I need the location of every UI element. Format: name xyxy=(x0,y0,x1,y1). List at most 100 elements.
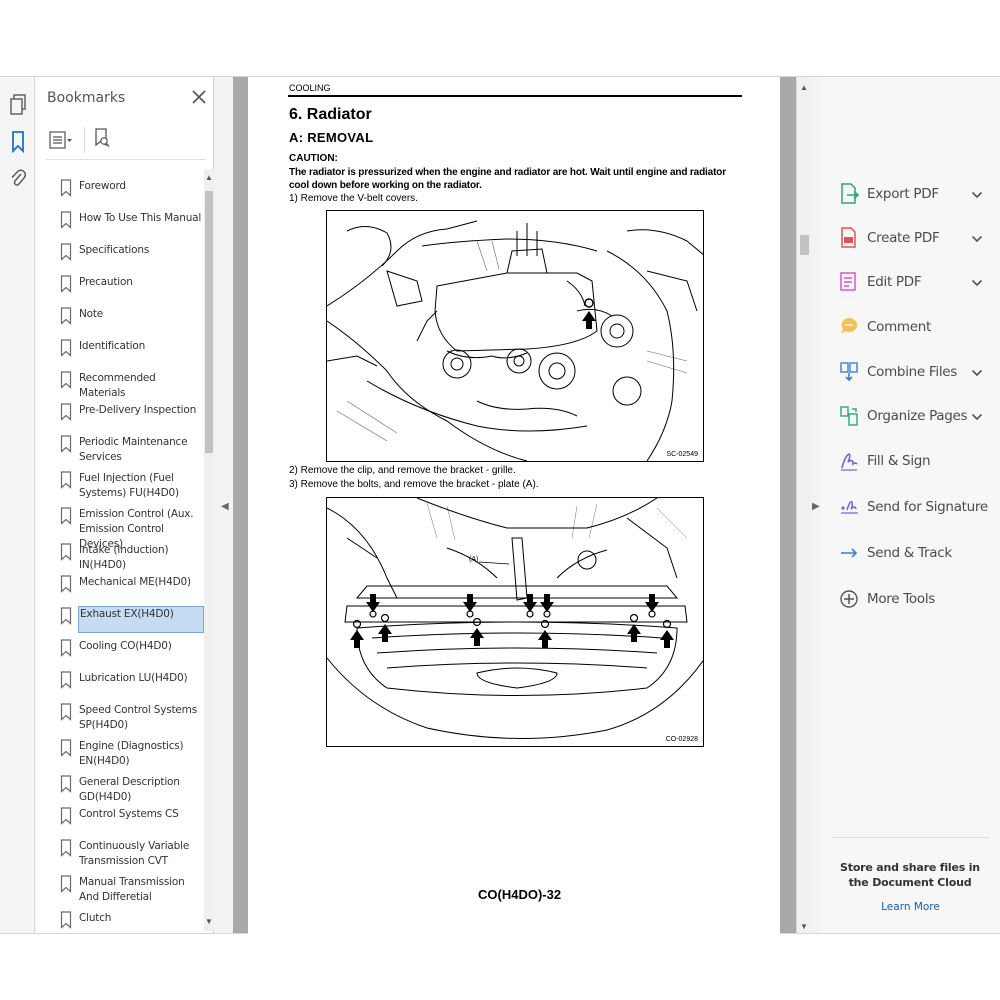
tool-combine-files[interactable]: Combine Files xyxy=(821,353,1000,389)
bookmark-icon xyxy=(60,507,72,525)
bookmark-item[interactable]: Engine (Diagnostics) EN(H4D0) xyxy=(36,733,204,767)
bookmark-label: Lubrication LU(H4D0) xyxy=(79,672,188,684)
document-scrollbar[interactable]: ▲ ▼ xyxy=(796,77,811,933)
section-header: COOLING xyxy=(289,83,331,93)
bookmarks-scroll-thumb[interactable] xyxy=(205,191,213,453)
bookmark-icon xyxy=(60,471,72,489)
bookmark-item[interactable]: Precaution xyxy=(36,269,204,301)
bookmark-label: Periodic Maintenance Services xyxy=(79,436,188,463)
bookmark-label: Clutch xyxy=(79,912,112,924)
caution-text: The radiator is pressurized when the eng… xyxy=(289,167,726,191)
step-3: 3) Remove the bolts, and remove the brac… xyxy=(289,479,539,490)
document-scroll-thumb[interactable] xyxy=(800,235,809,255)
bookmark-label: Exhaust EX(H4D0) xyxy=(78,606,204,633)
bookmark-item[interactable]: Clutch xyxy=(36,905,204,931)
chevron-down-icon[interactable] xyxy=(971,275,983,287)
bookmark-item[interactable]: Periodic Maintenance Services xyxy=(36,429,204,463)
scroll-down-icon[interactable]: ▼ xyxy=(204,917,214,927)
tool-organize-pages[interactable]: Organize Pages xyxy=(821,397,1000,433)
bookmark-item[interactable]: Manual Transmission And Differetial xyxy=(36,869,204,903)
bookmark-item[interactable]: Specifications xyxy=(36,237,204,269)
chevron-down-icon[interactable] xyxy=(971,409,983,421)
export-pdf-icon xyxy=(839,183,860,205)
left-panel-splitter[interactable]: ◀ xyxy=(215,77,233,933)
bookmark-icon xyxy=(60,403,72,421)
bookmarks-separator xyxy=(46,159,206,160)
bookmark-item[interactable]: Emission Control (Aux. Emission Control … xyxy=(36,501,204,550)
bookmark-icon xyxy=(60,275,72,293)
bookmark-icon xyxy=(60,435,72,453)
bookmark-item[interactable]: Pre-Delivery Inspection xyxy=(36,397,204,429)
add-bookmark-icon[interactable] xyxy=(84,127,110,153)
bookmark-icon xyxy=(60,671,72,689)
header-rule xyxy=(288,95,742,97)
bookmark-item[interactable]: Intake (Induction) IN(H4D0) xyxy=(36,537,204,571)
bookmark-label: Note xyxy=(79,308,104,320)
right-panel-splitter[interactable]: ▶ xyxy=(811,77,821,933)
bookmark-icon xyxy=(60,339,72,357)
tool-comment[interactable]: Comment xyxy=(821,308,1000,344)
page-thumbnails-icon[interactable] xyxy=(7,93,29,117)
page-subtitle: A: REMOVAL xyxy=(289,130,374,145)
bookmark-item[interactable]: Identification xyxy=(36,333,204,365)
bookmark-item[interactable]: Foreword xyxy=(36,173,204,205)
combine-files-icon xyxy=(839,361,859,383)
tool-label: Fill & Sign xyxy=(867,453,931,469)
tool-label: Organize Pages xyxy=(867,408,968,424)
chevron-down-icon[interactable] xyxy=(971,365,983,377)
bookmark-icon xyxy=(60,775,72,793)
tool-send-signature[interactable]: Send for Signature xyxy=(821,488,1000,524)
tool-export-pdf[interactable]: Export PDF xyxy=(821,175,1000,211)
bookmark-icon xyxy=(60,243,72,261)
tool-edit-pdf[interactable]: Edit PDF xyxy=(821,263,1000,299)
viewer-frame: Bookmarks Foreword How To Use This Manual… xyxy=(0,76,1000,935)
bookmarks-icon[interactable] xyxy=(7,130,29,154)
create-pdf-icon xyxy=(839,227,859,249)
bookmark-options-icon[interactable] xyxy=(48,129,74,151)
doc-scroll-up-icon[interactable]: ▲ xyxy=(799,83,809,93)
bookmark-item[interactable]: Speed Control Systems SP(H4D0) xyxy=(36,697,204,731)
chevron-down-icon[interactable] xyxy=(971,187,983,199)
bookmark-item[interactable]: Mechanical ME(H4D0) xyxy=(36,569,204,601)
tool-send-track[interactable]: Send & Track xyxy=(821,534,1000,570)
collapse-right-icon[interactable]: ▶ xyxy=(812,501,820,512)
bookmark-item[interactable]: Cooling CO(H4D0) xyxy=(36,633,204,665)
bookmark-item[interactable]: How To Use This Manual xyxy=(36,205,204,237)
collapse-left-icon[interactable]: ◀ xyxy=(221,501,229,512)
bookmark-icon xyxy=(60,839,72,857)
fill-sign-icon xyxy=(839,450,859,472)
bookmark-label: Control Systems CS xyxy=(79,808,179,820)
bookmark-item[interactable]: Lubrication LU(H4D0) xyxy=(36,665,204,697)
bookmark-item[interactable]: Fuel Injection (Fuel Systems) FU(H4D0) xyxy=(36,465,204,499)
tool-fill-sign[interactable]: Fill & Sign xyxy=(821,442,1000,478)
bookmark-icon xyxy=(60,639,72,657)
bookmark-item[interactable]: Exhaust EX(H4D0) xyxy=(36,601,204,633)
scroll-up-icon[interactable]: ▲ xyxy=(204,173,214,183)
bookmark-item[interactable]: Continuously Variable Transmission CVT xyxy=(36,833,204,867)
bookmarks-panel-title: Bookmarks xyxy=(47,90,126,106)
bookmark-label: Pre-Delivery Inspection xyxy=(79,404,197,416)
chevron-down-icon[interactable] xyxy=(971,231,983,243)
bookmark-item[interactable]: Control Systems CS xyxy=(36,801,204,833)
tool-label: Export PDF xyxy=(867,186,939,202)
figure-engine-bay: SC-02549 xyxy=(326,210,704,462)
comment-icon xyxy=(839,316,859,338)
figure-2-code: CO-02928 xyxy=(665,736,698,743)
bookmark-icon xyxy=(60,371,72,389)
doc-scroll-down-icon[interactable]: ▼ xyxy=(799,922,809,932)
bookmark-icon xyxy=(60,211,72,229)
close-icon[interactable] xyxy=(190,88,208,106)
bookmark-icon xyxy=(60,607,72,625)
bookmark-icon xyxy=(60,575,72,593)
bookmarks-scrollbar[interactable]: ▲ ▼ xyxy=(204,169,214,931)
learn-more-link[interactable]: Learn More xyxy=(821,901,1000,913)
bookmark-item[interactable]: Note xyxy=(36,301,204,333)
bookmark-icon xyxy=(60,307,72,325)
bookmark-item[interactable]: Recommended Materials xyxy=(36,365,204,399)
bookmark-label: Cooling CO(H4D0) xyxy=(79,640,172,652)
bookmark-item[interactable]: General Description GD(H4D0) xyxy=(36,769,204,803)
tool-more-tools[interactable]: More Tools xyxy=(821,580,1000,616)
attachments-icon[interactable] xyxy=(7,167,29,191)
tool-create-pdf[interactable]: Create PDF xyxy=(821,219,1000,255)
bookmark-label: Speed Control Systems SP(H4D0) xyxy=(79,704,197,731)
